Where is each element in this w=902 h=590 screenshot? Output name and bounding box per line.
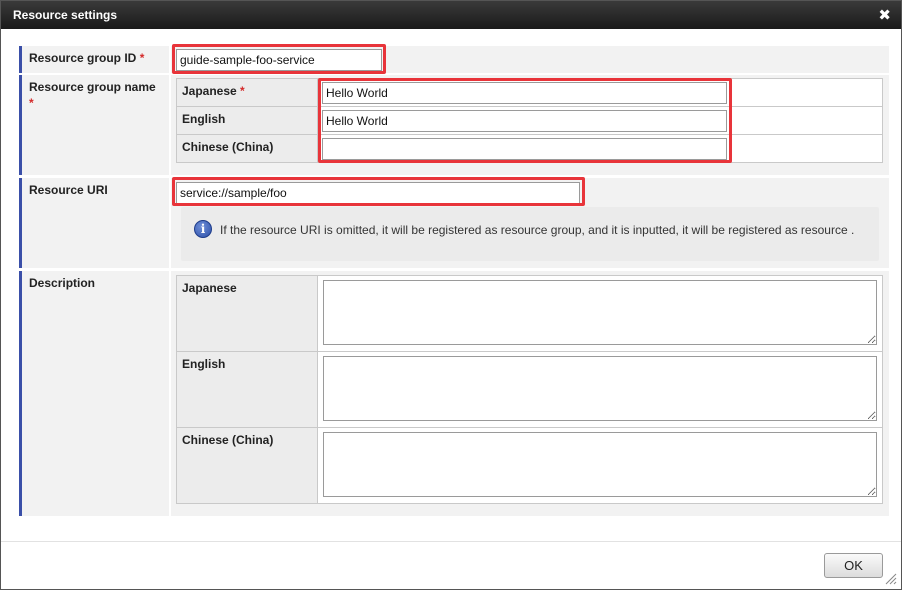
resource-group-name-table: Japanese * English Chinese (China): [176, 78, 883, 163]
lang-label-cell: Japanese: [176, 275, 318, 352]
lang-label: English: [182, 112, 226, 126]
dialog-title: Resource settings: [13, 8, 118, 22]
info-text: If the resource URI is omitted, it will …: [220, 223, 855, 237]
description-english-textarea[interactable]: [323, 356, 877, 421]
lang-label-cell: Japanese *: [176, 78, 318, 107]
lang-label-cell: Chinese (China): [176, 134, 318, 163]
required-mark: *: [29, 96, 34, 110]
resource-uri-input[interactable]: [176, 182, 580, 204]
description-label: Description: [19, 271, 169, 516]
lang-label: English: [182, 357, 226, 371]
dialog-titlebar[interactable]: Resource settings ✖: [1, 1, 901, 29]
resize-grip-icon[interactable]: [885, 573, 897, 585]
table-row: Chinese (China): [176, 134, 883, 163]
table-row: Chinese (China): [176, 427, 883, 504]
ok-button[interactable]: OK: [824, 553, 883, 578]
description-table: Japanese English Chinese (China): [176, 275, 883, 504]
resource-uri-label-text: Resource URI: [29, 183, 108, 197]
table-row: Japanese: [176, 275, 883, 352]
resource-group-id-input[interactable]: [176, 49, 382, 71]
table-row: English: [176, 106, 883, 135]
close-icon[interactable]: ✖: [878, 6, 891, 24]
table-row: Japanese *: [176, 78, 883, 107]
group-name-chinese-input[interactable]: [322, 138, 727, 160]
required-mark: *: [139, 51, 145, 65]
resource-group-id-label-text: Resource group ID: [29, 51, 137, 65]
dialog-footer: [1, 541, 901, 589]
resource-uri-label: Resource URI: [19, 178, 169, 268]
group-name-japanese-input[interactable]: [322, 82, 727, 104]
resource-group-name-label-text: Resource group name: [29, 80, 156, 94]
table-row: English: [176, 351, 883, 428]
lang-label-cell: Chinese (China): [176, 427, 318, 504]
info-circle-icon: i: [194, 220, 212, 238]
lang-label: Japanese: [182, 84, 237, 98]
required-mark: *: [240, 84, 245, 98]
description-chinese-textarea[interactable]: [323, 432, 877, 497]
value-cell: [317, 134, 883, 163]
lang-label: Japanese: [182, 281, 237, 295]
value-cell: [317, 427, 883, 504]
value-cell: [317, 106, 883, 135]
resource-group-id-label: Resource group ID *: [19, 46, 169, 73]
lang-label: Chinese (China): [182, 140, 274, 154]
description-japanese-textarea[interactable]: [323, 280, 877, 345]
description-label-text: Description: [29, 276, 96, 290]
lang-label-cell: English: [176, 351, 318, 428]
group-name-english-input[interactable]: [322, 110, 727, 132]
value-cell: [317, 78, 883, 107]
value-cell: [317, 351, 883, 428]
value-cell: [317, 275, 883, 352]
info-message: i If the resource URI is omitted, it wil…: [181, 207, 879, 261]
resource-group-name-label: Resource group name *: [19, 75, 169, 175]
lang-label-cell: English: [176, 106, 318, 135]
resource-group-id-body: [171, 46, 889, 73]
resource-settings-dialog: Resource settings ✖ Resource group ID * …: [0, 0, 902, 590]
lang-label: Chinese (China): [182, 433, 274, 447]
